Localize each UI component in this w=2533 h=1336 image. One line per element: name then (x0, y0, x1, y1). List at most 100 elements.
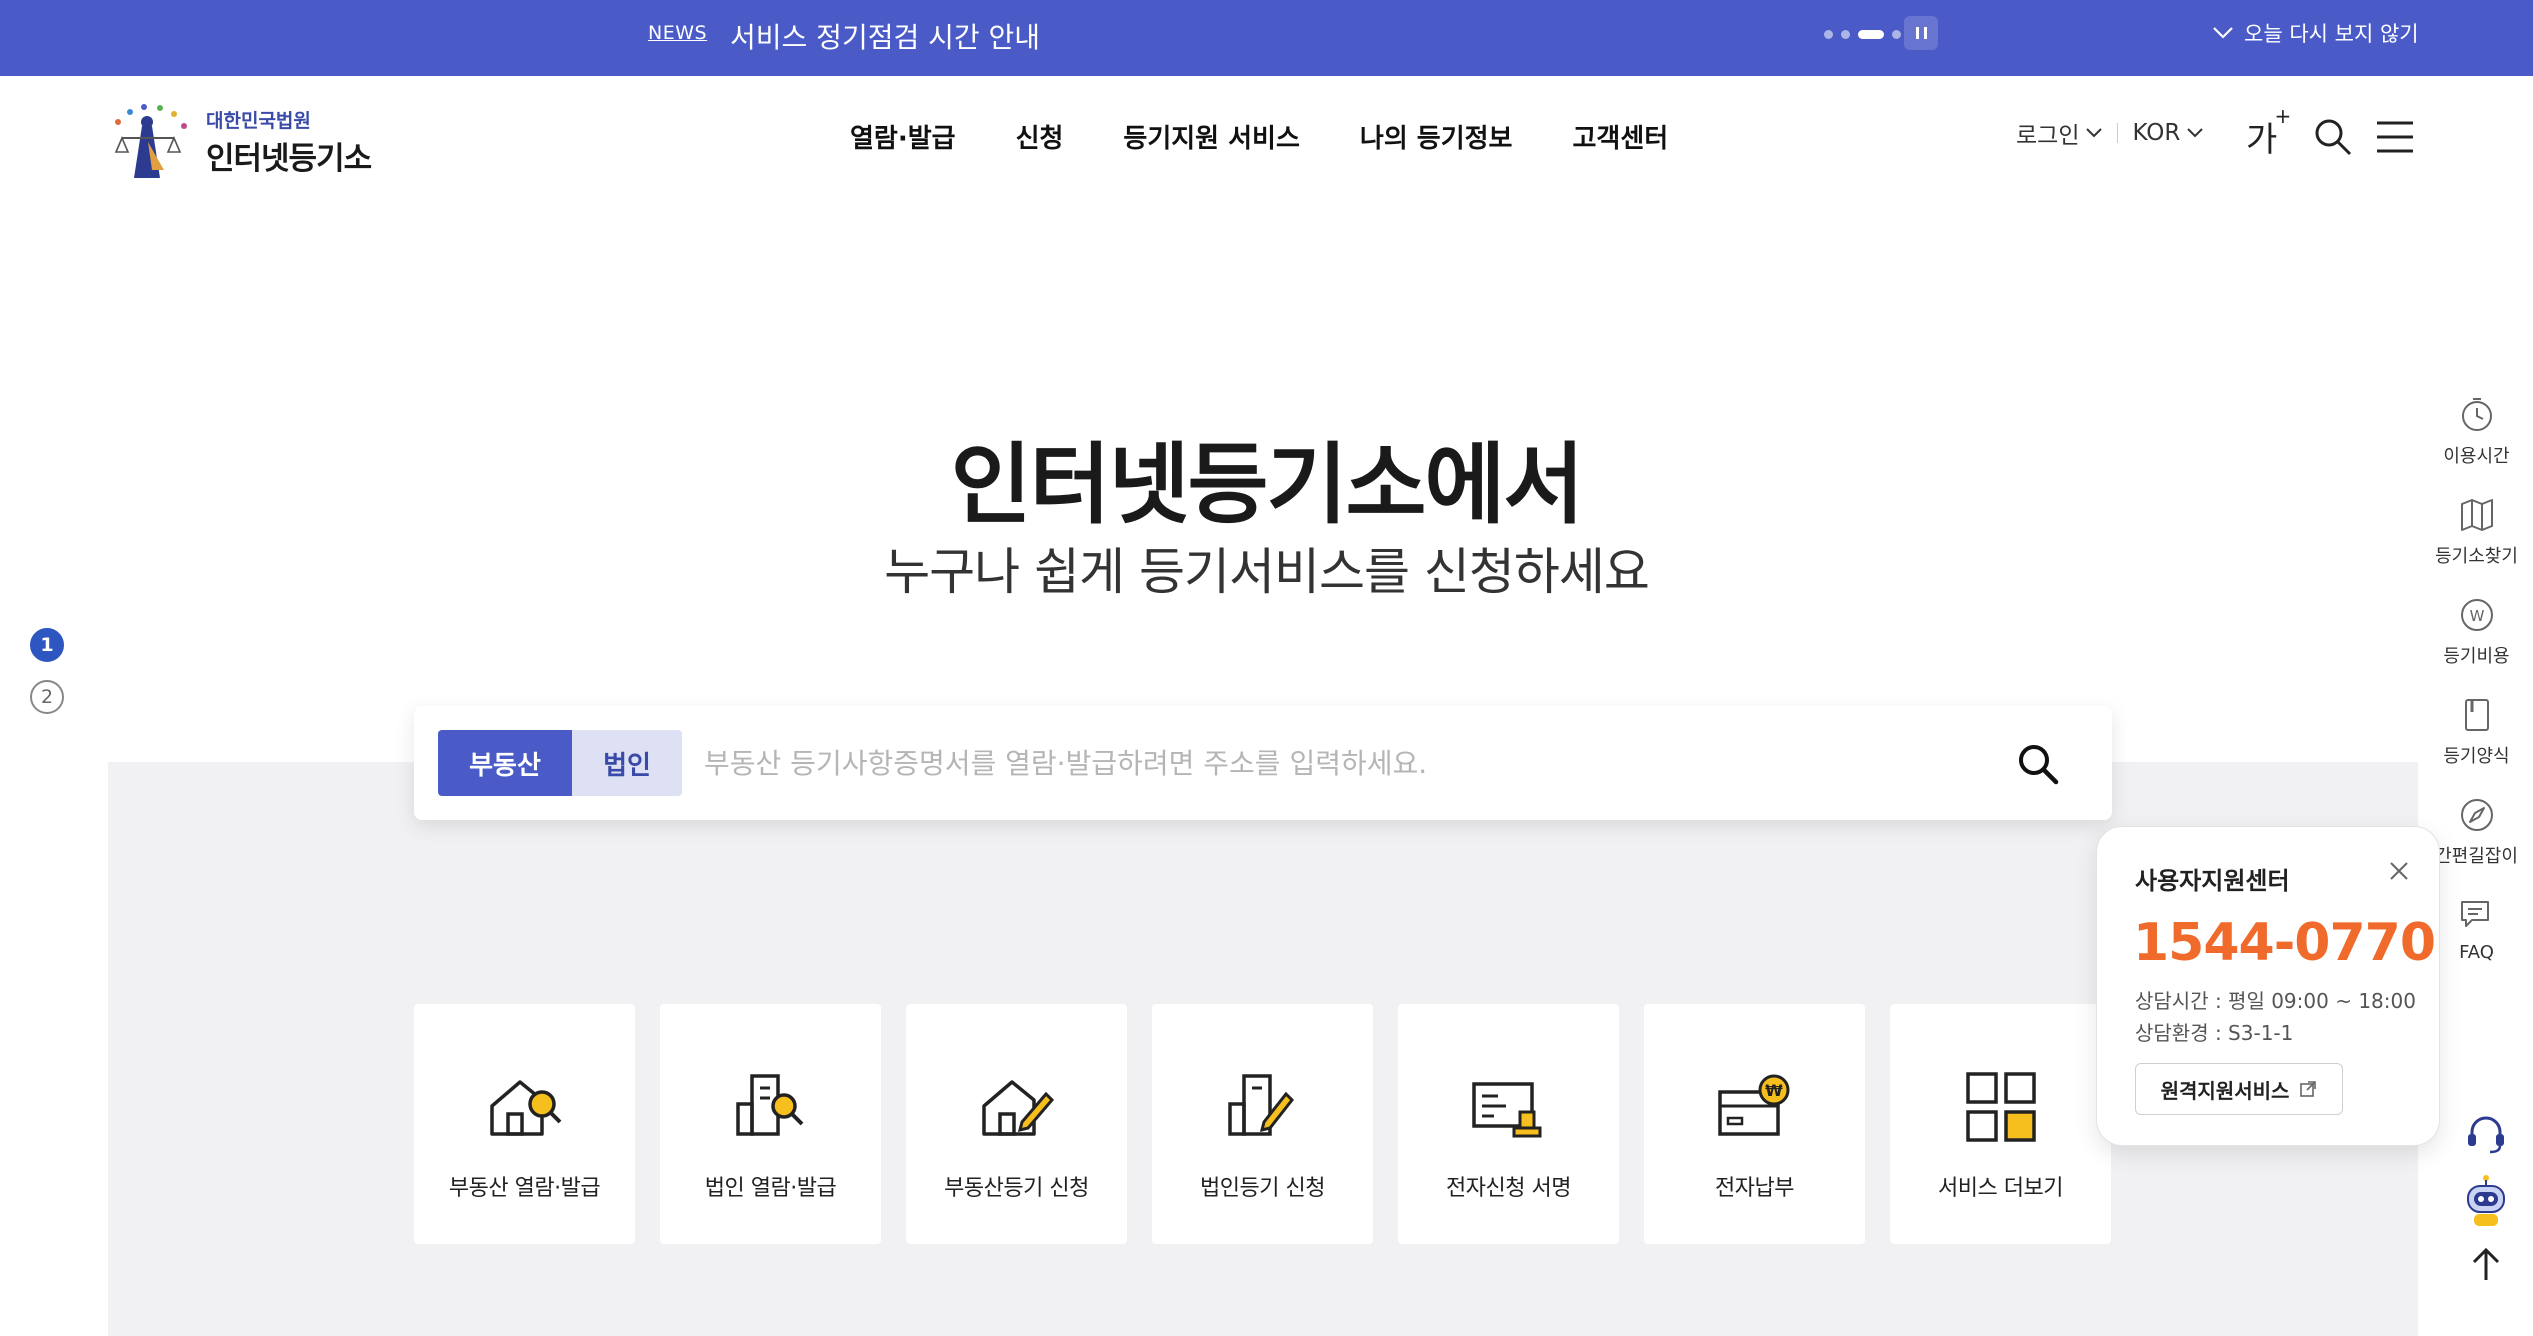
search-box: 부동산 법인 (414, 706, 2112, 820)
signature-icon (1471, 1082, 1541, 1138)
quick-item-find-office[interactable]: 등기소찾기 (2435, 496, 2518, 596)
font-size-button[interactable]: 가 + (2246, 104, 2291, 161)
header-icons: 가 + (2246, 104, 2415, 161)
card-corporation-apply[interactable]: 법인등기 신청 (1152, 1004, 1373, 1244)
chevron-down-icon (2187, 128, 2204, 138)
quick-item-cost[interactable]: W 등기비용 (2443, 596, 2510, 696)
tab-real-estate[interactable]: 부동산 (438, 730, 572, 796)
card-label: 부동산등기 신청 (944, 1176, 1089, 1201)
compass-icon (2460, 799, 2493, 831)
card-label: 법인 열람·발급 (704, 1176, 837, 1201)
quick-label: 간편길잡이 (2435, 846, 2518, 867)
font-size-plus: + (2274, 104, 2292, 128)
slide-button-2[interactable]: 2 (30, 680, 64, 714)
notice-dot[interactable] (1824, 30, 1833, 39)
pause-button[interactable] (1904, 16, 1938, 50)
nav-item-my-info[interactable]: 나의 등기정보 (1360, 118, 1513, 155)
site-logo[interactable]: 대한민국법원 인터넷등기소 (108, 98, 378, 186)
pause-icon (1923, 27, 1927, 39)
dont-show-today-button[interactable]: 오늘 다시 보지 않기 (2212, 18, 2419, 48)
hero-title: 인터넷등기소에서 (950, 433, 1585, 536)
slide-pagination: 1 2 (30, 628, 64, 714)
notice-link[interactable]: 서비스 정기점검 시간 안내 (730, 16, 1040, 56)
tab-corporation[interactable]: 법인 (572, 730, 682, 796)
remote-support-label: 원격지원서비스 (2160, 1078, 2290, 1103)
card-e-signature[interactable]: 전자신청 서명 (1398, 1004, 1619, 1244)
svg-text:₩: ₩ (1765, 1081, 1783, 1100)
building-pen-icon (1227, 1074, 1294, 1136)
service-cards: 부동산 열람·발급 법인 열람·발급 부동산등기 신청 법인등기 신청 전자신청… (414, 1004, 2111, 1244)
support-phone: 1544-0770 (2133, 913, 2436, 973)
remote-support-button[interactable]: 원격지원서비스 (2135, 1063, 2343, 1115)
svg-text:W: W (2469, 607, 2484, 625)
slide-button-1[interactable]: 1 (30, 628, 64, 662)
quick-item-faq[interactable]: FAQ (2458, 896, 2496, 996)
quick-item-hours[interactable]: 이용시간 (2443, 396, 2510, 496)
house-pen-icon (981, 1080, 1054, 1136)
nav-item-support-service[interactable]: 등기지원 서비스 (1123, 118, 1300, 155)
card-corporation-view[interactable]: 법인 열람·발급 (660, 1004, 881, 1244)
search-icon[interactable] (2313, 117, 2353, 157)
nav-item-customer-center[interactable]: 고객센터 (1572, 118, 1668, 155)
pause-icon (1915, 27, 1919, 39)
divider (2117, 123, 2119, 143)
grid-icon (1965, 1072, 2036, 1142)
check-icon (2213, 27, 2233, 39)
card-label: 법인등기 신청 (1200, 1176, 1325, 1201)
support-center-popup: 사용자지원센터 1544-0770 상담시간 : 평일 09:00 ~ 18:0… (2096, 826, 2440, 1146)
house-search-icon (489, 1080, 561, 1136)
utility-menu: 로그인 KOR (2016, 116, 2204, 150)
quick-label: FAQ (2459, 942, 2494, 963)
payment-icon: ₩ (1717, 1074, 1789, 1136)
clock-icon (2461, 398, 2492, 431)
card-label: 전자납부 (1715, 1176, 1794, 1201)
chevron-down-icon (2086, 128, 2103, 138)
logo-subtitle: 대한민국법원 (206, 110, 311, 132)
headset-icon[interactable] (2464, 1112, 2508, 1156)
scroll-top-icon[interactable] (2466, 1244, 2506, 1284)
nav-item-view-issue[interactable]: 열람·발급 (850, 118, 956, 155)
hero-subtitle: 누구나 쉽게 등기서비스를 신청하세요 (884, 543, 1650, 601)
quick-bottom-tools (2460, 1112, 2512, 1284)
address-search-input[interactable] (704, 730, 1954, 796)
search-submit-icon[interactable] (2010, 736, 2066, 792)
chatbot-icon[interactable] (2460, 1172, 2512, 1228)
language-dropdown[interactable]: KOR (2132, 120, 2204, 146)
notice-dot[interactable] (1841, 30, 1850, 39)
font-size-label: 가 (2246, 120, 2278, 160)
login-dropdown[interactable]: 로그인 (2016, 116, 2103, 150)
quick-item-forms[interactable]: 등기양식 (2443, 696, 2510, 796)
quick-label: 등기비용 (2443, 646, 2510, 667)
nav-item-apply[interactable]: 신청 (1016, 118, 1064, 155)
notice-tag: NEWS (648, 22, 708, 44)
card-label: 부동산 열람·발급 (448, 1176, 601, 1201)
map-icon (2460, 499, 2493, 531)
card-real-estate-apply[interactable]: 부동산등기 신청 (906, 1004, 1127, 1244)
support-environment: 상담환경 : S3-1-1 (2135, 1021, 2294, 1045)
card-more-services[interactable]: 서비스 더보기 (1890, 1004, 2111, 1244)
support-hours: 상담시간 : 평일 09:00 ~ 18:00 (2135, 989, 2416, 1013)
quick-label: 이용시간 (2443, 446, 2510, 467)
support-title: 사용자지원센터 (2135, 867, 2290, 895)
quick-item-guide[interactable]: 간편길잡이 (2435, 796, 2518, 896)
close-icon[interactable] (2387, 859, 2411, 883)
notice-dot-active[interactable] (1858, 30, 1884, 39)
logo-title: 인터넷등기소 (206, 141, 372, 177)
notice-bar: NEWS 서비스 정기점검 시간 안내 오늘 다시 보지 않기 (0, 0, 2533, 76)
card-e-payment[interactable]: ₩ 전자납부 (1644, 1004, 1865, 1244)
notice-pagination (1824, 30, 1901, 39)
menu-icon[interactable] (2375, 120, 2415, 154)
chat-icon (2460, 901, 2489, 927)
external-link-icon (2300, 1081, 2317, 1097)
dont-show-today-label: 오늘 다시 보지 않기 (2244, 22, 2419, 46)
won-icon: W (2460, 599, 2493, 631)
quick-label: 등기소찾기 (2435, 546, 2518, 567)
card-real-estate-view[interactable]: 부동산 열람·발급 (414, 1004, 635, 1244)
building-search-icon (735, 1074, 803, 1136)
notice-dot[interactable] (1892, 30, 1901, 39)
page: NEWS 서비스 정기점검 시간 안내 오늘 다시 보지 않기 대한민국법원 인… (0, 0, 2533, 1336)
quick-label: 등기양식 (2443, 746, 2510, 767)
language-label: KOR (2132, 120, 2181, 146)
document-icon (2464, 699, 2489, 731)
card-label: 전자신청 서명 (1446, 1176, 1571, 1201)
